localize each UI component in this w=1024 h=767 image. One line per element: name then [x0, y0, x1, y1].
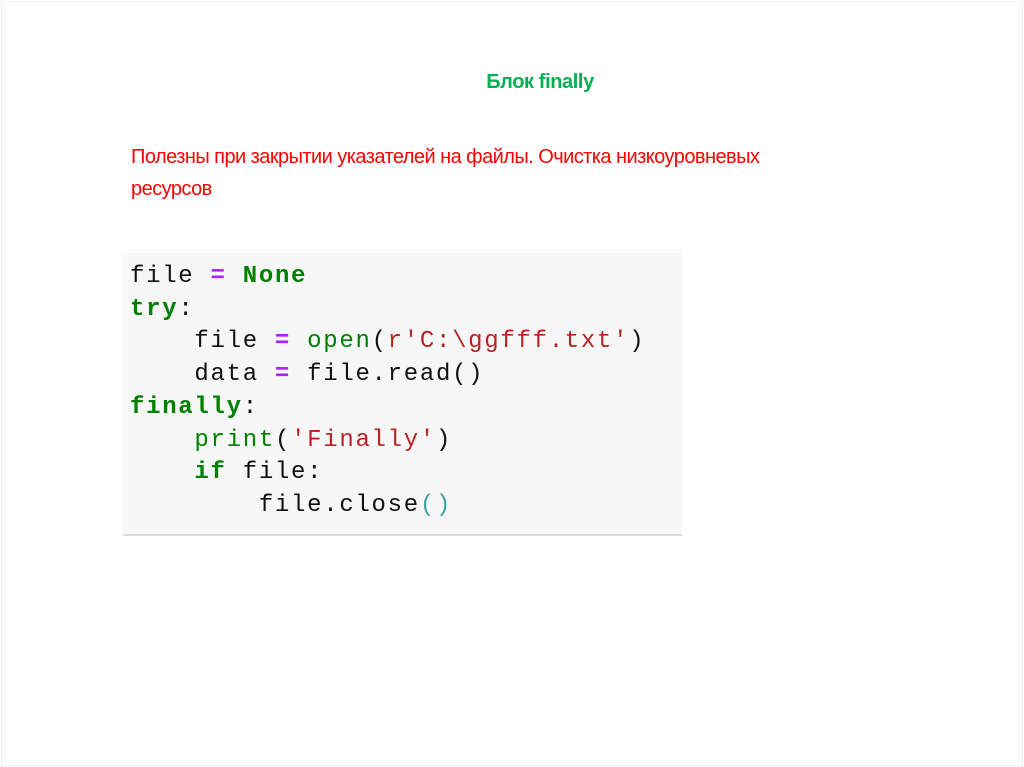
code-text: :	[242, 393, 259, 421]
code-line: if file:	[130, 456, 323, 489]
code-text: )	[629, 328, 646, 356]
slide-description: Полезны при закрытии указателей на файлы…	[131, 146, 760, 200]
code-text: :	[178, 295, 195, 323]
code-text: file:	[226, 459, 324, 487]
code-builtin: print	[194, 426, 275, 454]
code-operator: =	[274, 361, 292, 389]
code-line: file.close()	[130, 489, 452, 522]
code-text: file.read()	[291, 361, 485, 389]
code-keyword: None	[242, 263, 308, 290]
code-line: finally:	[130, 391, 259, 424]
code-text: file	[130, 328, 275, 356]
code-string: 'Finally'	[291, 426, 436, 454]
code-line: print('Finally')	[130, 424, 452, 457]
code-text: (	[371, 328, 388, 356]
code-keyword: if	[194, 459, 227, 487]
code-block: file = None try: file = open(r'C:\ggfff.t…	[123, 253, 682, 536]
code-keyword: finally	[130, 393, 243, 421]
code-text: )	[435, 426, 453, 454]
code-text: data	[130, 361, 275, 389]
code-punctuation: ()	[419, 491, 453, 519]
code-operator: =	[210, 263, 227, 290]
code-line: file = None	[130, 260, 307, 293]
slide-title: Блок finally	[486, 71, 594, 93]
code-keyword: try	[130, 295, 179, 323]
code-builtin: open	[307, 328, 372, 356]
code-text: (	[274, 426, 292, 454]
code-line: file = open(r'C:\ggfff.txt')	[130, 325, 645, 358]
code-operator: =	[274, 328, 292, 356]
code-string: r'C:\ggfff.txt'	[387, 328, 630, 356]
code-line: data = file.read()	[130, 358, 484, 391]
code-line: try:	[130, 293, 194, 326]
code-text: file.close	[130, 491, 420, 519]
code-text: file	[130, 263, 211, 290]
